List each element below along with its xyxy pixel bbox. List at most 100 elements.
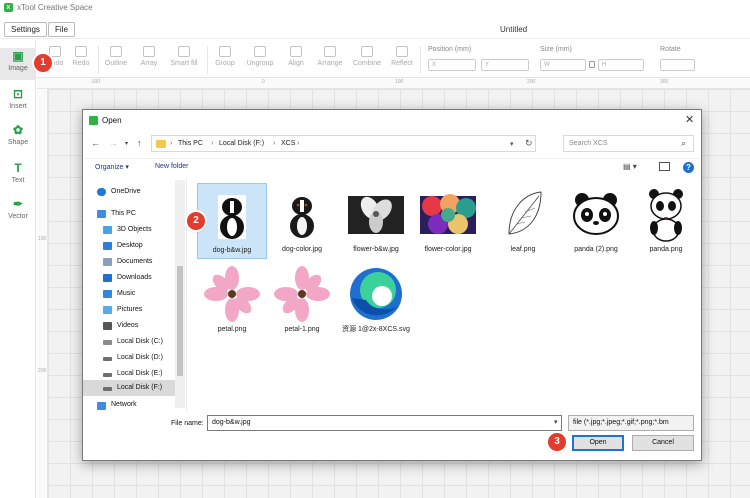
size-w-input[interactable]: W — [540, 59, 586, 71]
arrange-button[interactable]: Arrange — [314, 46, 346, 67]
sidebar-item-shape[interactable]: ✿ Shape — [0, 123, 36, 147]
documents-icon — [103, 258, 112, 266]
ruler-tick: 100 — [395, 79, 404, 85]
step-marker-2: 2 — [187, 212, 205, 230]
app-icon — [89, 116, 98, 125]
breadcrumb-separator: › — [273, 140, 276, 147]
file-type-select[interactable]: file (*.jpg;*.jpeg;*.gif;*.png;*.bm — [568, 415, 694, 431]
cancel-button[interactable]: Cancel — [632, 435, 694, 451]
nav-item-local-disk-d[interactable]: Local Disk (D:) — [83, 350, 175, 366]
flower-bw-thumbnail — [348, 186, 404, 242]
reflect-button[interactable]: Reflect — [388, 46, 416, 67]
breadcrumb-xcs[interactable]: XCS — [281, 140, 295, 147]
lock-icon[interactable] — [589, 61, 595, 68]
align-button[interactable]: Align — [282, 46, 310, 67]
petal-thumbnail — [204, 266, 260, 322]
search-icon: ⌕ — [681, 138, 687, 148]
file-item[interactable]: 资源 1@2x-8XCS.svg — [341, 263, 411, 334]
nav-scrollbar-thumb[interactable] — [177, 266, 183, 376]
rotate-input[interactable] — [660, 59, 695, 71]
organize-button[interactable]: Organize ▾ — [95, 163, 129, 171]
sidebar-item-insert[interactable]: ⊡ Insert — [0, 88, 36, 111]
ruler-top — [37, 78, 750, 89]
ruler-left — [37, 89, 48, 498]
sidebar-item-vector[interactable]: ✒ Vector — [0, 197, 36, 221]
breadcrumb-this-pc[interactable]: This PC — [178, 140, 203, 147]
file-button[interactable]: File — [48, 22, 75, 37]
file-item[interactable]: leaf.png — [488, 183, 558, 254]
file-name-label: File name: — [171, 420, 204, 427]
app-logo: x — [4, 3, 13, 12]
nav-item-3d-objects[interactable]: 3D Objects — [83, 222, 175, 238]
size-h-input[interactable]: H — [598, 59, 644, 71]
file-item[interactable]: dog-b&w.jpg — [197, 183, 267, 259]
group-button[interactable]: Group — [211, 46, 239, 67]
toolbar-divider — [207, 46, 208, 74]
chevron-down-icon[interactable]: ▾ — [554, 418, 558, 426]
position-x-input[interactable]: X — [428, 59, 476, 71]
refresh-icon[interactable]: ↻ — [525, 138, 533, 149]
file-name: flower-b&w.jpg — [353, 246, 399, 253]
nav-item-onedrive[interactable]: OneDrive — [83, 184, 175, 200]
file-item[interactable]: petal.png — [197, 263, 267, 334]
nav-item-this-pc[interactable]: This PC — [83, 206, 175, 222]
drive-icon — [103, 387, 112, 391]
pictures-icon — [103, 306, 112, 314]
forward-arrow-icon[interactable]: → — [109, 138, 118, 148]
vector-icon: ✒ — [12, 197, 24, 211]
nav-item-pictures[interactable]: Pictures — [83, 302, 175, 318]
back-arrow-icon[interactable]: ← — [91, 138, 100, 148]
smart-fill-button[interactable]: Smart fill — [168, 46, 200, 67]
nav-item-desktop[interactable]: Desktop — [83, 238, 175, 254]
dialog-title: Open — [102, 116, 122, 125]
file-item[interactable]: panda (2).png — [561, 183, 631, 254]
flower-color-thumbnail — [420, 186, 476, 242]
ruler-tick: 100 — [38, 236, 47, 242]
file-item[interactable]: petal-1.png — [267, 263, 337, 334]
nav-item-local-disk-f[interactable]: Local Disk (F:) — [83, 380, 175, 396]
preview-pane-icon[interactable] — [659, 162, 670, 171]
up-arrow-icon[interactable]: ↑ — [137, 138, 142, 148]
nav-item-music[interactable]: Music — [83, 286, 175, 302]
file-name: petal.png — [217, 326, 247, 333]
file-item[interactable]: flower-color.jpg — [413, 183, 483, 254]
nav-item-local-disk-c[interactable]: Local Disk (C:) — [83, 334, 175, 350]
smart-fill-icon — [178, 46, 190, 57]
close-icon[interactable]: ✕ — [685, 113, 694, 126]
search-input[interactable]: Search XCS ⌕ — [563, 135, 694, 152]
nav-item-downloads[interactable]: Downloads — [83, 270, 175, 286]
view-options-icon[interactable]: ▤ ▾ — [623, 162, 637, 171]
shape-icon: ✿ — [12, 123, 24, 137]
new-folder-button[interactable]: New folder — [155, 163, 188, 170]
position-y-input[interactable]: Y — [481, 59, 529, 71]
file-item[interactable]: panda.png — [631, 183, 701, 254]
ungroup-button[interactable]: Ungroup — [244, 46, 276, 67]
file-item[interactable]: flower-b&w.jpg — [341, 183, 411, 254]
address-bar[interactable]: › This PC › Local Disk (F:) › XCS › ▾ ↻ — [151, 135, 536, 152]
step-marker-1: 1 — [34, 54, 52, 72]
text-icon: T — [14, 161, 22, 175]
file-item[interactable]: dog-color.jpg — [267, 183, 337, 254]
file-name-input[interactable]: dog-b&w.jpg ▾ — [207, 415, 562, 431]
nav-item-network[interactable]: Network — [83, 400, 175, 410]
array-button[interactable]: Array — [136, 46, 162, 67]
help-icon[interactable]: ? — [683, 162, 694, 173]
align-icon — [290, 46, 302, 57]
nav-item-documents[interactable]: Documents — [83, 254, 175, 270]
chevron-down-icon[interactable]: ▾ — [510, 140, 514, 148]
combine-button[interactable]: Combine — [350, 46, 384, 67]
sidebar-item-image[interactable]: ▣ Image — [0, 48, 36, 80]
outline-button[interactable]: Outline — [102, 46, 130, 67]
breadcrumb-local-disk-f[interactable]: Local Disk (F:) — [219, 140, 264, 147]
panda-2-thumbnail — [568, 186, 624, 242]
recent-dropdown-icon[interactable]: ▾ — [125, 140, 128, 147]
file-name: dog-b&w.jpg — [212, 247, 252, 254]
open-button[interactable]: Open — [572, 435, 624, 451]
nav-item-videos[interactable]: Videos — [83, 318, 175, 334]
edge-logo-thumbnail — [348, 266, 404, 322]
step-marker-3: 3 — [548, 433, 566, 451]
redo-button[interactable]: Redo — [68, 46, 94, 67]
sidebar-item-text[interactable]: T Text — [0, 161, 36, 185]
settings-button[interactable]: Settings — [4, 22, 47, 37]
reflect-icon — [396, 46, 408, 57]
